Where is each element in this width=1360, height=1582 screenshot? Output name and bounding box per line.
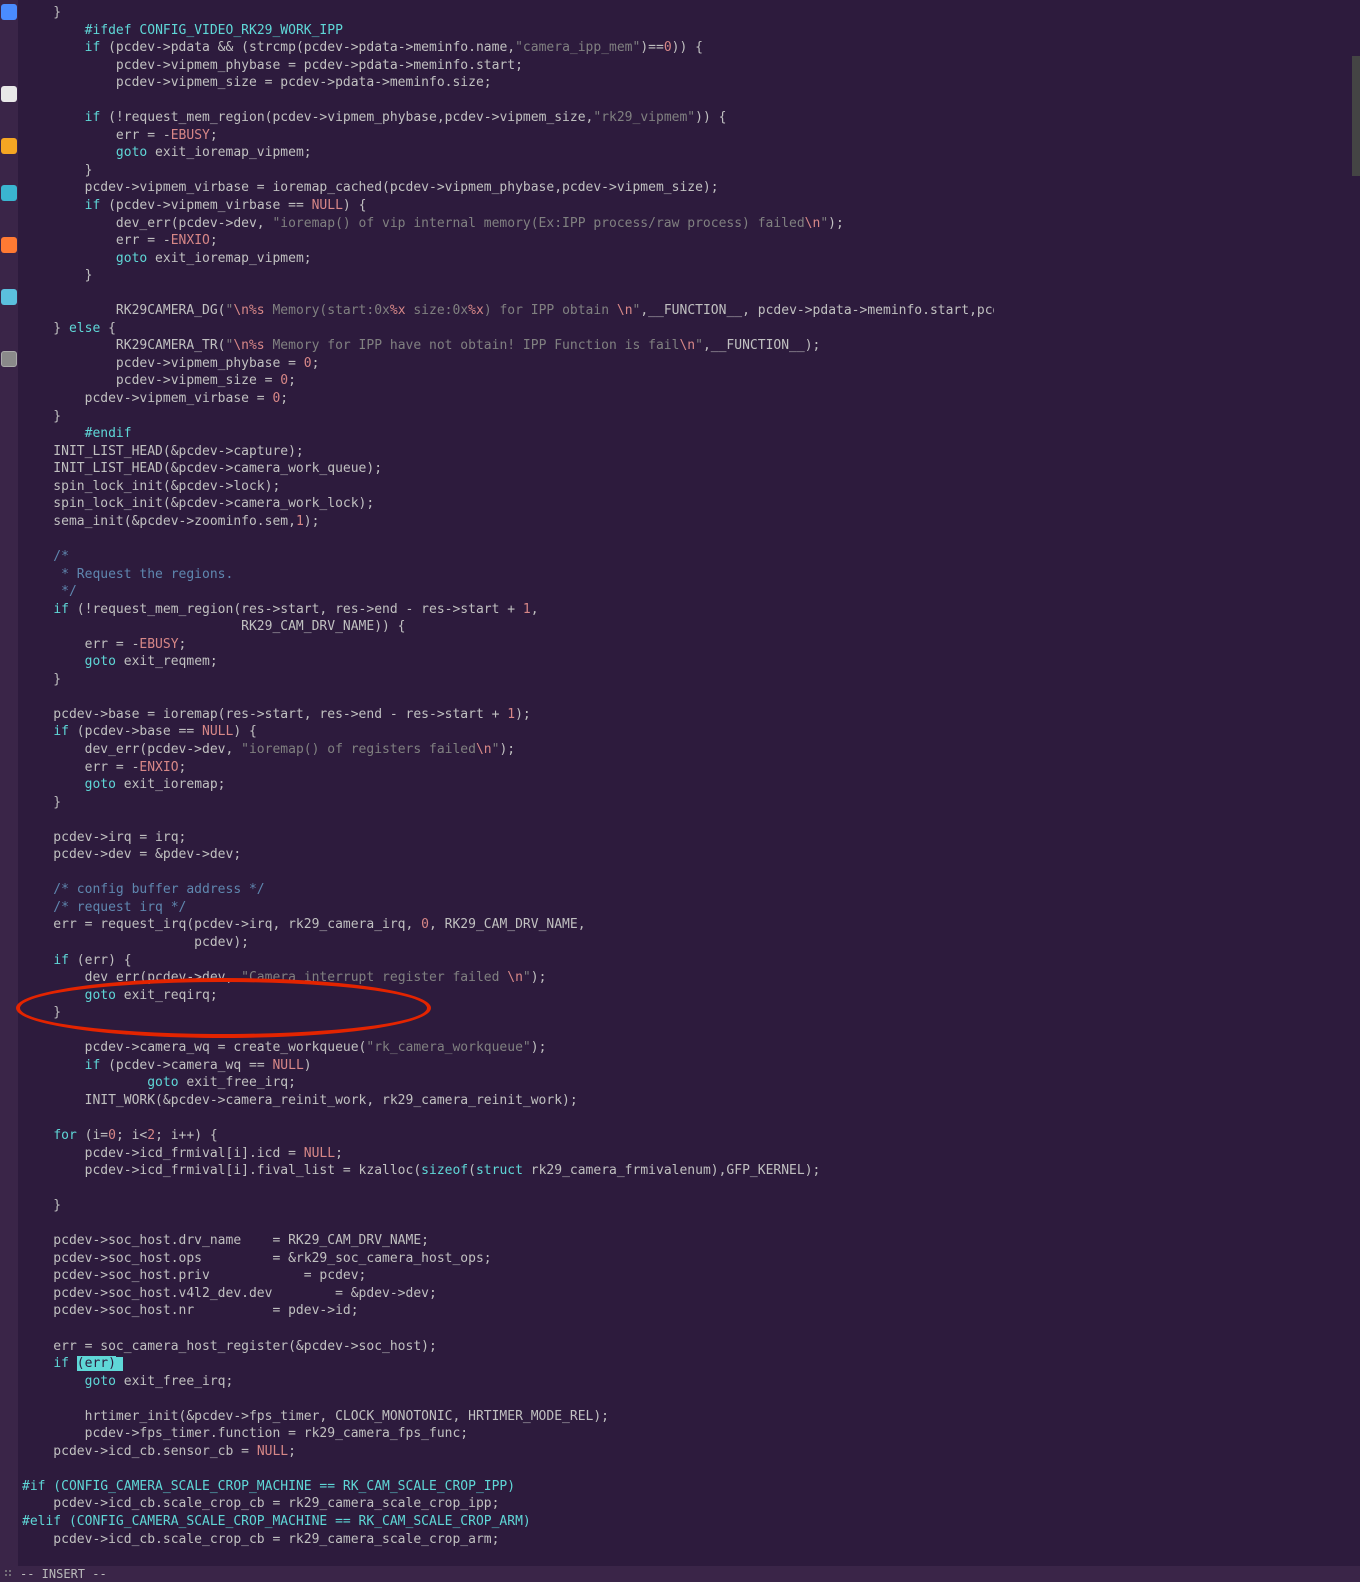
code-line: INIT_LIST_HEAD(&pcdev->camera_work_queue…	[22, 461, 382, 476]
code-line: dev_err(pcdev->dev, "ioremap() of regist…	[22, 742, 515, 757]
code-line: dev_err(pcdev->dev, "ioremap() of vip in…	[22, 216, 844, 231]
code-line: #if (CONFIG_CAMERA_SCALE_CROP_MACHINE ==…	[22, 1479, 515, 1494]
code-line: pcdev->icd_frmival[i].fival_list = kzall…	[22, 1163, 820, 1178]
code-line: }	[22, 672, 61, 687]
vim-mode-label: -- INSERT --	[20, 1566, 107, 1582]
code-line: pcdev->soc_host.drv_name = RK29_CAM_DRV_…	[22, 1233, 429, 1248]
code-line: if (pcdev->vipmem_virbase == NULL) {	[22, 198, 366, 213]
launcher-icon[interactable]	[1, 237, 17, 253]
status-bar: -- INSERT --	[0, 1566, 1360, 1582]
code-line: pcdev->vipmem_virbase = 0;	[22, 391, 288, 406]
code-line: pcdev->vipmem_phybase = 0;	[22, 356, 319, 371]
code-line: pcdev);	[22, 935, 249, 950]
code-line: INIT_WORK(&pcdev->camera_reinit_work, rk…	[22, 1093, 578, 1108]
code-line: pcdev->camera_wq = create_workqueue("rk_…	[22, 1040, 546, 1055]
code-line: pcdev->vipmem_virbase = ioremap_cached(p…	[22, 180, 719, 195]
code-line: err = -ENXIO;	[22, 233, 218, 248]
code-line: } else {	[22, 321, 116, 336]
code-line: hrtimer_init(&pcdev->fps_timer, CLOCK_MO…	[22, 1409, 609, 1424]
code-line: err = soc_camera_host_register(&pcdev->s…	[22, 1339, 437, 1354]
cursor	[116, 1357, 123, 1371]
code-line: }	[22, 1198, 61, 1213]
code-line: spin_lock_init(&pcdev->camera_work_lock)…	[22, 496, 374, 511]
launcher-icon[interactable]	[1, 351, 17, 367]
code-line: for (i=0; i<2; i++) {	[22, 1128, 218, 1143]
code-line: if (!request_mem_region(pcdev->vipmem_ph…	[22, 110, 726, 125]
code-line: pcdev->icd_cb.sensor_cb = NULL;	[22, 1444, 296, 1459]
code-line: }	[22, 163, 92, 178]
code-line: if (!request_mem_region(res->start, res-…	[22, 602, 539, 617]
launcher-icon[interactable]	[1, 86, 17, 102]
code-line: RK29CAMERA_DG("\n%s Memory(start:0x%x si…	[22, 303, 994, 318]
code-line: pcdev->soc_host.v4l2_dev.dev = &pdev->de…	[22, 1286, 437, 1301]
code-line: goto exit_ioremap_vipmem;	[22, 251, 312, 266]
code-line: pcdev->icd_frmival[i].icd = NULL;	[22, 1146, 343, 1161]
code-line: spin_lock_init(&pcdev->lock);	[22, 479, 280, 494]
code-line: RK29CAMERA_TR("\n%s Memory for IPP have …	[22, 338, 820, 353]
code-line: }	[22, 409, 61, 424]
code-line: err = -ENXIO;	[22, 760, 186, 775]
code-line: err = request_irq(pcdev->irq, rk29_camer…	[22, 917, 586, 932]
launcher-icon[interactable]	[1, 4, 17, 20]
code-editor[interactable]: } #ifdef CONFIG_VIDEO_RK29_WORK_IPP if (…	[22, 0, 994, 1582]
code-line: }	[22, 795, 61, 810]
code-line: if (err)	[22, 1356, 123, 1371]
code-line: /*	[22, 549, 69, 564]
launcher-icon[interactable]	[1, 185, 17, 201]
code-line: }	[22, 1005, 61, 1020]
code-line: err = -EBUSY;	[22, 637, 186, 652]
code-line: * Request the regions.	[22, 567, 233, 582]
code-line: pcdev->fps_timer.function = rk29_camera_…	[22, 1426, 468, 1441]
code-line: pcdev->vipmem_phybase = pcdev->pdata->me…	[22, 58, 523, 73]
code-line: #elif (CONFIG_CAMERA_SCALE_CROP_MACHINE …	[22, 1514, 531, 1529]
code-line: /* config buffer address */	[22, 882, 265, 897]
right-panel-stub	[1352, 56, 1360, 176]
code-line: pcdev->vipmem_size = pcdev->pdata->memin…	[22, 75, 492, 90]
code-line: goto exit_ioremap;	[22, 777, 226, 792]
code-line: goto exit_free_irq;	[22, 1075, 296, 1090]
code-line: goto exit_free_irq;	[22, 1374, 233, 1389]
code-line: goto exit_reqmem;	[22, 654, 218, 669]
code-line: pcdev->vipmem_size = 0;	[22, 373, 296, 388]
code-line: pcdev->soc_host.ops = &rk29_soc_camera_h…	[22, 1251, 492, 1266]
code-line: }	[22, 5, 61, 20]
code-line: }	[22, 268, 92, 283]
code-line: if (pcdev->camera_wq == NULL)	[22, 1058, 312, 1073]
code-line: pcdev->icd_cb.scale_crop_cb = rk29_camer…	[22, 1532, 499, 1547]
code-line: #ifdef CONFIG_VIDEO_RK29_WORK_IPP	[22, 23, 343, 38]
code-line: goto exit_ioremap_vipmem;	[22, 145, 312, 160]
code-line: pcdev->dev = &pdev->dev;	[22, 847, 241, 862]
code-line: pcdev->base = ioremap(res->start, res->e…	[22, 707, 531, 722]
code-line: pcdev->irq = irq;	[22, 830, 186, 845]
code-line: INIT_LIST_HEAD(&pcdev->capture);	[22, 444, 304, 459]
code-line: RK29_CAM_DRV_NAME)) {	[22, 619, 406, 634]
launcher-icon[interactable]	[1, 138, 17, 154]
code-line: if (pcdev->pdata && (strcmp(pcdev->pdata…	[22, 40, 703, 55]
code-line: dev_err(pcdev->dev, "Camera interrupt re…	[22, 970, 546, 985]
code-line: #endif	[22, 426, 132, 441]
code-line: goto exit_reqirq;	[22, 988, 218, 1003]
launcher-icon[interactable]	[1, 289, 17, 305]
code-line: sema_init(&pcdev->zoominfo.sem,1);	[22, 514, 319, 529]
launcher-bar	[0, 0, 18, 1582]
code-line: /* request irq */	[22, 900, 186, 915]
code-line: err = -EBUSY;	[22, 128, 218, 143]
code-line: pcdev->soc_host.priv = pcdev;	[22, 1268, 366, 1283]
code-line: */	[22, 584, 77, 599]
grip-icon	[4, 1569, 14, 1579]
code-line: pcdev->soc_host.nr = pdev->id;	[22, 1303, 359, 1318]
code-line: if (err) {	[22, 953, 132, 968]
code-line: if (pcdev->base == NULL) {	[22, 724, 257, 739]
code-line: pcdev->icd_cb.scale_crop_cb = rk29_camer…	[22, 1496, 499, 1511]
